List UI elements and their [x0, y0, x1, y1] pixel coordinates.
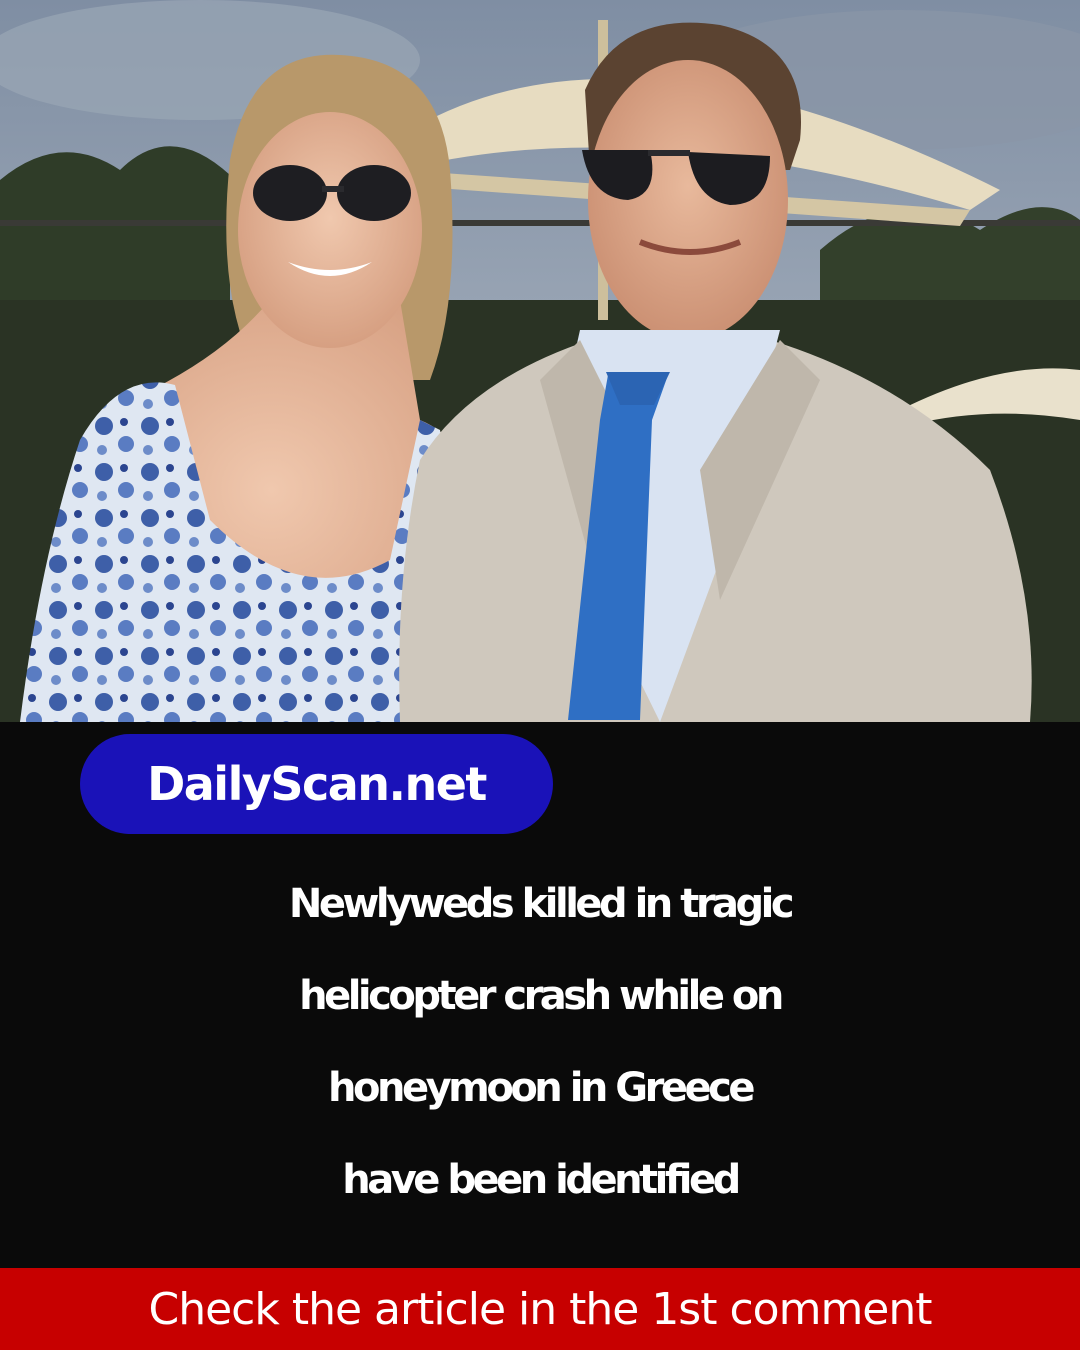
- cta-bar: Check the article in the 1st comment: [0, 1268, 1080, 1350]
- headline-line-2: helicopter crash while on: [299, 973, 784, 1019]
- post-card: DailyScan.net Newlyweds killed in tragic…: [0, 0, 1080, 1350]
- headline: Newlyweds killed in tragic helicopter cr…: [0, 858, 1080, 1226]
- brand-badge: DailyScan.net: [80, 734, 553, 834]
- headline-line-1: Newlyweds killed in tragic: [288, 881, 795, 927]
- couple-photo: [0, 0, 1080, 722]
- cta-text: Check the article in the 1st comment: [148, 1283, 932, 1335]
- headline-line-3: honeymoon in Greece: [328, 1065, 755, 1111]
- brand-site-name: DailyScan.net: [147, 757, 487, 811]
- couple-photo-illustration: [0, 0, 1080, 722]
- headline-line-4: have been identified: [342, 1157, 741, 1203]
